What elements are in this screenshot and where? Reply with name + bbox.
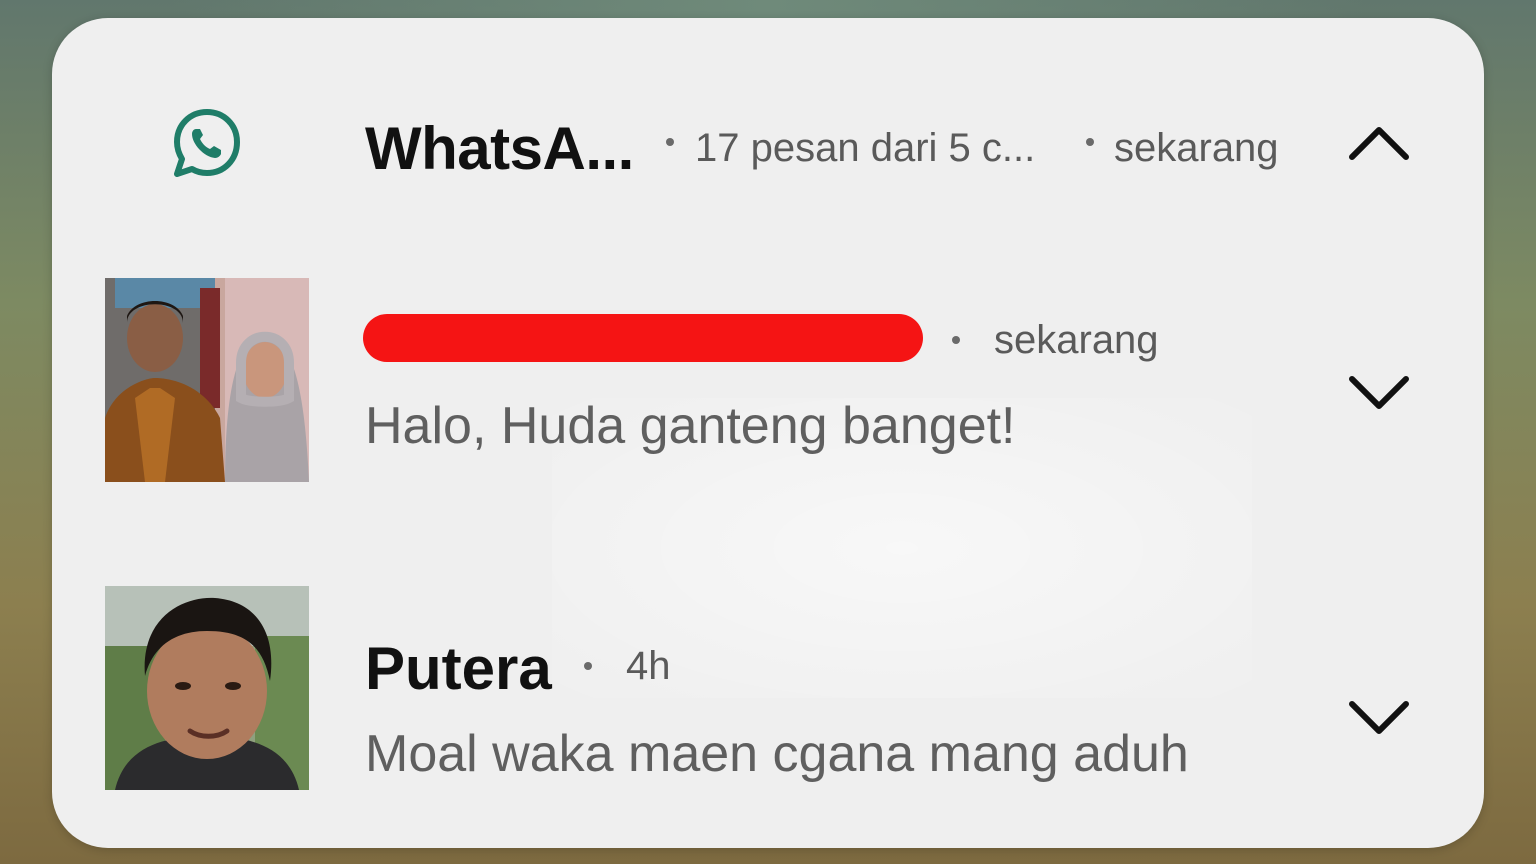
separator-dot: [666, 138, 674, 146]
avatar[interactable]: [105, 586, 309, 790]
message-text: Moal waka maen cgana mang aduh: [365, 725, 1189, 783]
chevron-down-icon[interactable]: [1349, 699, 1409, 739]
avatar[interactable]: [105, 278, 309, 482]
message-summary: 17 pesan dari 5 c...: [695, 126, 1036, 170]
chevron-down-icon[interactable]: [1349, 374, 1409, 414]
separator-dot: [1086, 138, 1094, 146]
message-time: 4h: [626, 644, 671, 688]
message-time: sekarang: [994, 318, 1159, 362]
header-time: sekarang: [1114, 126, 1279, 170]
separator-dot: [584, 662, 592, 670]
message-text: Halo, Huda ganteng banget!: [365, 397, 1016, 455]
sender-name: Putera: [365, 635, 552, 702]
separator-dot: [952, 336, 960, 344]
message-item[interactable]: Putera 4h Moal waka maen cgana mang aduh: [52, 586, 1484, 796]
app-name: WhatsA...: [365, 115, 634, 182]
redacted-sender-name: [363, 314, 923, 362]
message-item[interactable]: sekarang Halo, Huda ganteng banget!: [52, 278, 1484, 488]
whatsapp-icon: [172, 108, 242, 178]
chevron-up-icon[interactable]: [1349, 122, 1409, 162]
notification-header[interactable]: WhatsA... 17 pesan dari 5 c... sekarang: [52, 78, 1484, 218]
notification-card[interactable]: WhatsA... 17 pesan dari 5 c... sekarang: [52, 18, 1484, 848]
